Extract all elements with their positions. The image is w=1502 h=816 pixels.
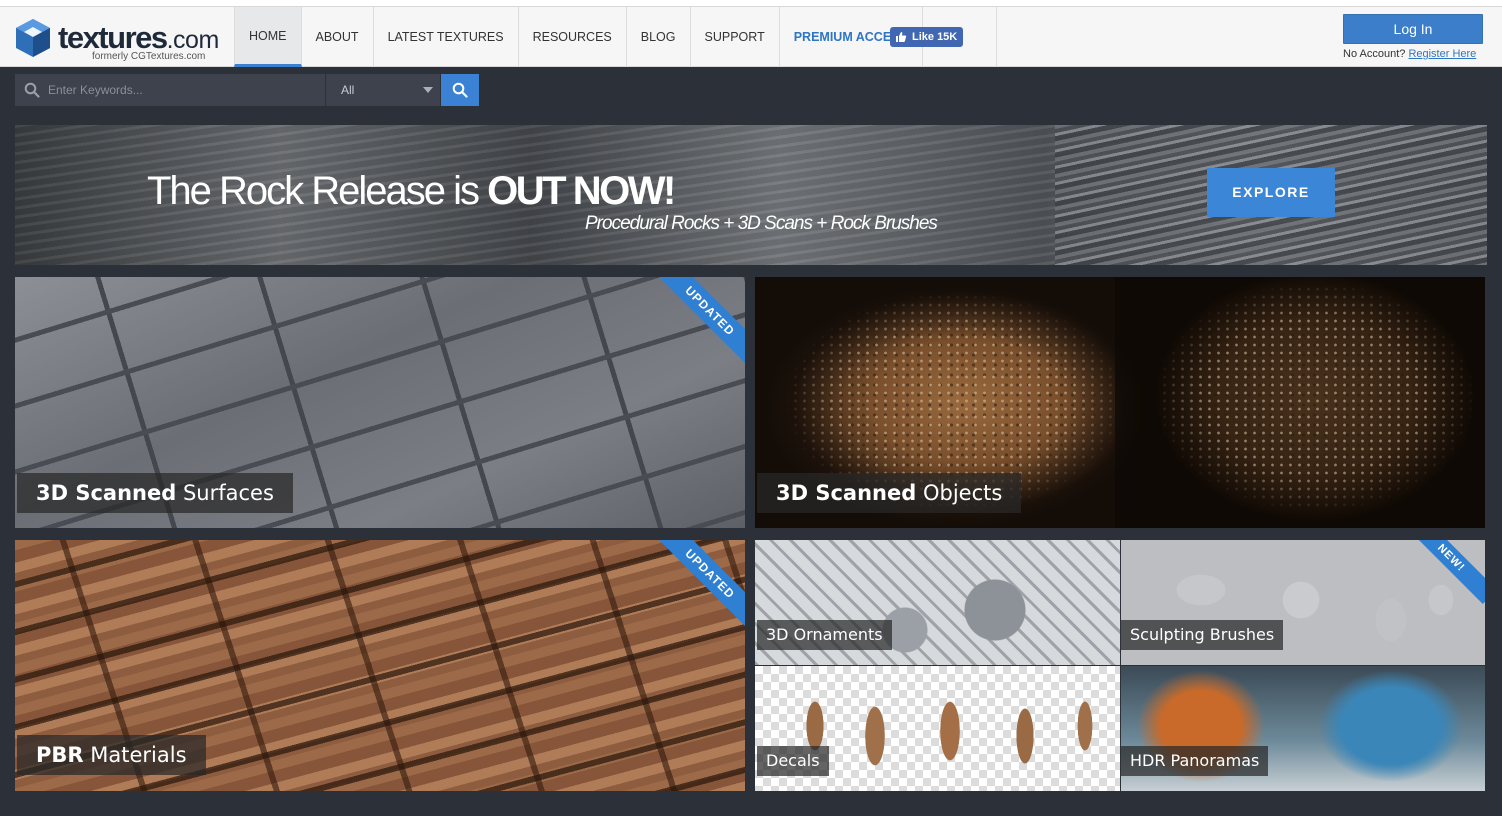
- search-bar: All: [0, 68, 1502, 113]
- tile-pbr-materials[interactable]: UPDATED PBR Materials: [15, 540, 745, 791]
- new-ribbon: NEW!: [1405, 540, 1485, 604]
- search-submit-button[interactable]: [441, 74, 479, 106]
- browser-top-edge: [0, 0, 1502, 7]
- cube-logo-icon: [16, 19, 50, 57]
- register-link[interactable]: Register Here: [1408, 48, 1476, 60]
- tile-label: PBR Materials: [17, 735, 206, 775]
- site-header: textures.com formerly CGTextures.com HOM…: [0, 7, 1502, 67]
- tile-label: 3D Ornaments: [757, 620, 892, 650]
- updated-ribbon: UPDATED: [655, 540, 745, 629]
- nav-support[interactable]: SUPPORT: [691, 7, 780, 67]
- tile-label: HDR Panoramas: [1121, 746, 1269, 776]
- tile-3d-ornaments[interactable]: 3D Ornaments: [755, 540, 1120, 665]
- register-prompt: No Account? Register Here: [1343, 48, 1476, 60]
- search-icon: [24, 82, 40, 98]
- tile-label: Decals: [757, 746, 829, 776]
- logo-tagline: formerly CGTextures.com: [92, 51, 206, 62]
- facebook-like-button[interactable]: Like 15K: [890, 27, 964, 47]
- login-button[interactable]: Log In: [1343, 14, 1483, 44]
- main-nav: HOME ABOUT LATEST TEXTURES RESOURCES BLO…: [234, 7, 997, 67]
- tile-3d-scanned-surfaces[interactable]: UPDATED 3D Scanned Surfaces: [15, 277, 745, 528]
- site-logo[interactable]: textures.com formerly CGTextures.com: [14, 17, 224, 63]
- search-input[interactable]: [48, 83, 325, 97]
- chevron-down-icon: [423, 87, 433, 93]
- search-field: [15, 74, 325, 106]
- banner-subline: Procedural Rocks + 3D Scans + Rock Brush…: [585, 213, 938, 234]
- tile-3d-scanned-objects[interactable]: 3D Scanned Objects: [755, 277, 1485, 528]
- tile-label: 3D Scanned Surfaces: [17, 473, 293, 513]
- no-account-text: No Account?: [1343, 48, 1406, 60]
- explore-button[interactable]: EXPLORE: [1207, 168, 1335, 217]
- tile-hdr-panoramas[interactable]: HDR Panoramas: [1121, 666, 1485, 791]
- nav-home[interactable]: HOME: [234, 7, 302, 67]
- nav-blog[interactable]: BLOG: [627, 7, 691, 67]
- updated-ribbon: UPDATED: [655, 277, 745, 366]
- tile-label: 3D Scanned Objects: [757, 473, 1022, 513]
- rock-release-banner[interactable]: The Rock Release is OUT NOW! Procedural …: [15, 125, 1487, 265]
- nav-latest-textures[interactable]: LATEST TEXTURES: [374, 7, 519, 67]
- thumbs-up-icon: [896, 32, 907, 42]
- category-select-value: All: [341, 83, 355, 97]
- tile-label: Sculpting Brushes: [1121, 620, 1284, 650]
- search-submit-icon: [452, 82, 468, 98]
- category-select[interactable]: All: [325, 74, 440, 106]
- nav-resources[interactable]: RESOURCES: [519, 7, 627, 67]
- facebook-like-label: Like 15K: [912, 31, 958, 43]
- nav-about[interactable]: ABOUT: [302, 7, 374, 67]
- banner-headline: The Rock Release is OUT NOW!: [147, 169, 676, 213]
- tile-sculpting-brushes[interactable]: NEW! Sculpting Brushes: [1121, 540, 1485, 665]
- tile-decals[interactable]: Decals: [755, 666, 1120, 791]
